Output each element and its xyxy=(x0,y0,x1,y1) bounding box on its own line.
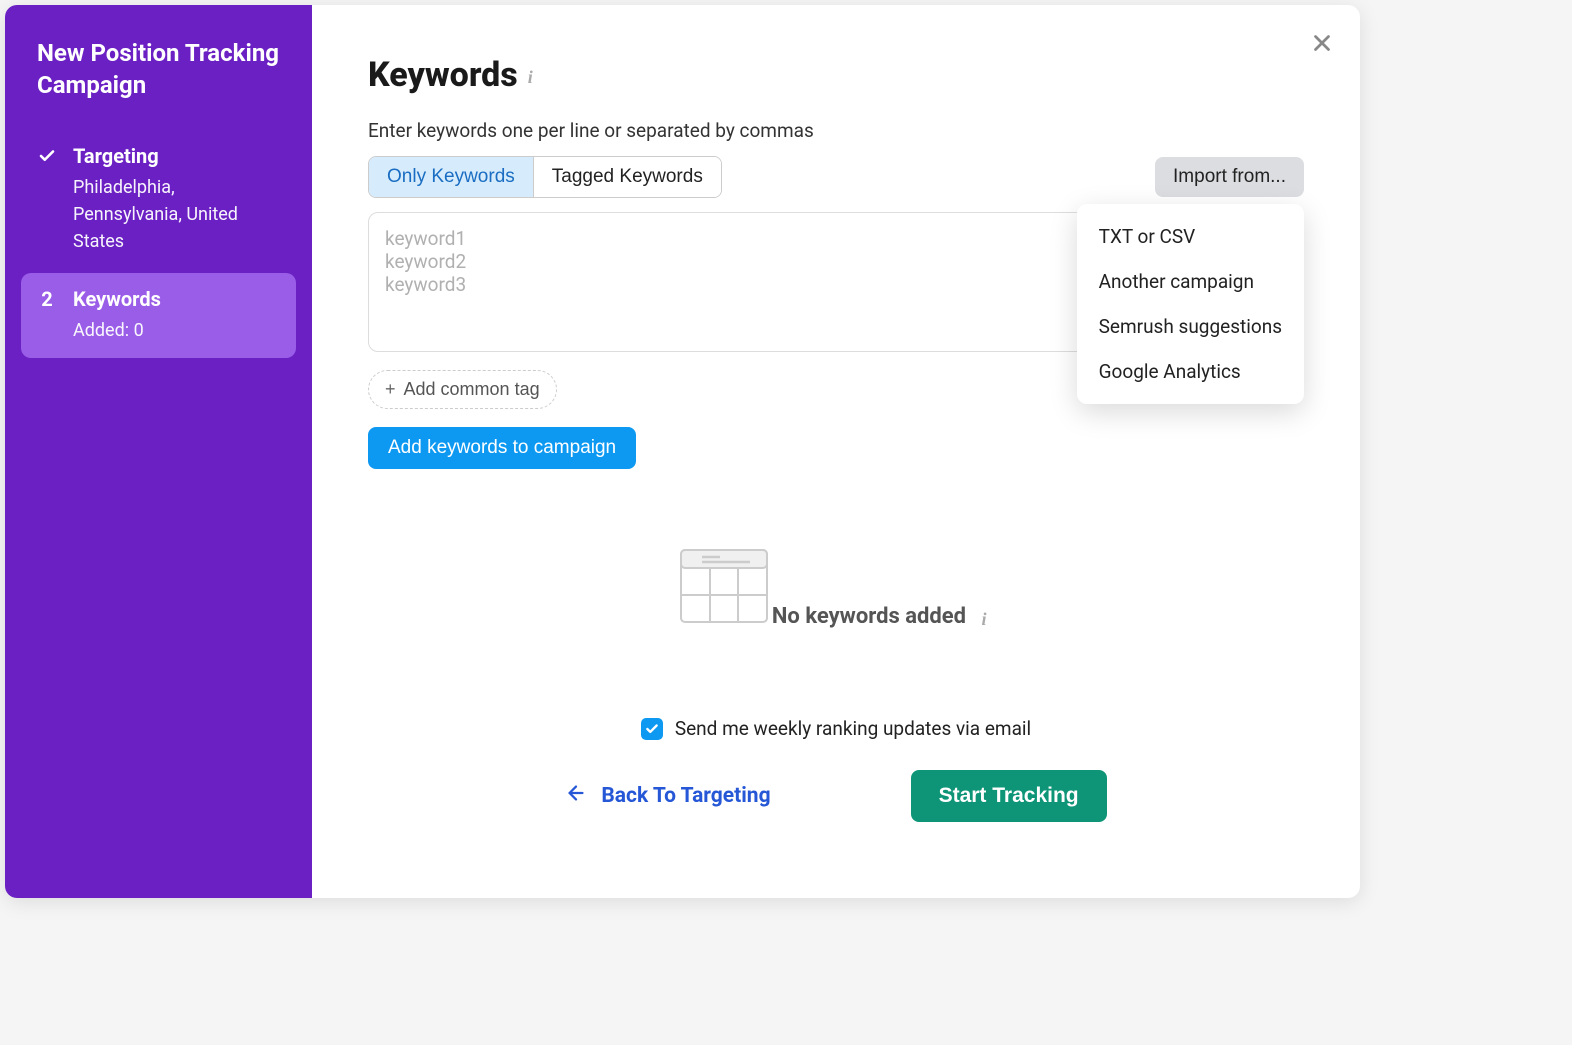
add-keywords-button[interactable]: Add keywords to campaign xyxy=(368,427,636,469)
add-tag-label: Add common tag xyxy=(404,379,540,400)
close-button[interactable] xyxy=(1306,27,1338,59)
step-targeting[interactable]: Targeting Philadelphia, Pennsylvania, Un… xyxy=(21,130,296,269)
import-dropdown: TXT or CSV Another campaign Semrush sugg… xyxy=(1077,204,1304,404)
arrow-left-icon xyxy=(565,782,587,810)
title-text: Keywords xyxy=(368,55,518,95)
back-label: Back To Targeting xyxy=(601,784,770,808)
step-label: Keywords xyxy=(73,287,161,311)
checkbox-label: Send me weekly ranking updates via email xyxy=(675,717,1031,740)
add-common-tag-button[interactable]: + Add common tag xyxy=(368,370,557,409)
check-icon xyxy=(37,146,57,166)
main-content: Keywords i Enter keywords one per line o… xyxy=(312,5,1360,898)
wizard-sidebar: New Position Tracking Campaign Targeting… xyxy=(5,5,312,898)
step-subtext: Added: 0 xyxy=(73,317,280,344)
page-title: Keywords i xyxy=(368,55,1304,95)
import-option-semrush[interactable]: Semrush suggestions xyxy=(1077,304,1304,349)
step-header: 2 Keywords xyxy=(37,287,280,311)
import-option-another-campaign[interactable]: Another campaign xyxy=(1077,259,1304,304)
step-header: Targeting xyxy=(37,144,280,168)
empty-state-text: No keywords added i xyxy=(772,604,992,629)
info-icon[interactable]: i xyxy=(976,609,992,625)
plus-icon: + xyxy=(385,379,396,400)
back-to-targeting-link[interactable]: Back To Targeting xyxy=(565,782,770,810)
modal-dialog: New Position Tracking Campaign Targeting… xyxy=(5,5,1360,898)
email-updates-checkbox[interactable] xyxy=(641,718,663,740)
empty-label: No keywords added xyxy=(772,604,966,629)
step-subtext: Philadelphia, Pennsylvania, United State… xyxy=(73,174,280,255)
footer: Send me weekly ranking updates via email… xyxy=(368,717,1304,822)
helper-text: Enter keywords one per line or separated… xyxy=(368,119,1304,142)
import-option-txt-csv[interactable]: TXT or CSV xyxy=(1077,214,1304,259)
email-updates-row: Send me weekly ranking updates via email xyxy=(368,717,1304,740)
import-button[interactable]: Import from... xyxy=(1155,157,1304,197)
actions-row: Back To Targeting Start Tracking xyxy=(368,770,1304,822)
step-label: Targeting xyxy=(73,144,159,168)
sidebar-title: New Position Tracking Campaign xyxy=(21,37,296,102)
empty-table-icon xyxy=(680,549,768,627)
tab-only-keywords[interactable]: Only Keywords xyxy=(369,157,534,197)
step-number: 2 xyxy=(37,287,57,311)
start-tracking-button[interactable]: Start Tracking xyxy=(911,770,1107,822)
info-icon[interactable]: i xyxy=(528,67,544,83)
import-option-google-analytics[interactable]: Google Analytics xyxy=(1077,349,1304,394)
tab-group: Only Keywords Tagged Keywords xyxy=(368,156,722,198)
tabs-row: Only Keywords Tagged Keywords Import fro… xyxy=(368,156,1304,198)
step-keywords[interactable]: 2 Keywords Added: 0 xyxy=(21,273,296,358)
empty-state: No keywords added i xyxy=(368,549,1304,647)
tab-tagged-keywords[interactable]: Tagged Keywords xyxy=(534,157,721,197)
